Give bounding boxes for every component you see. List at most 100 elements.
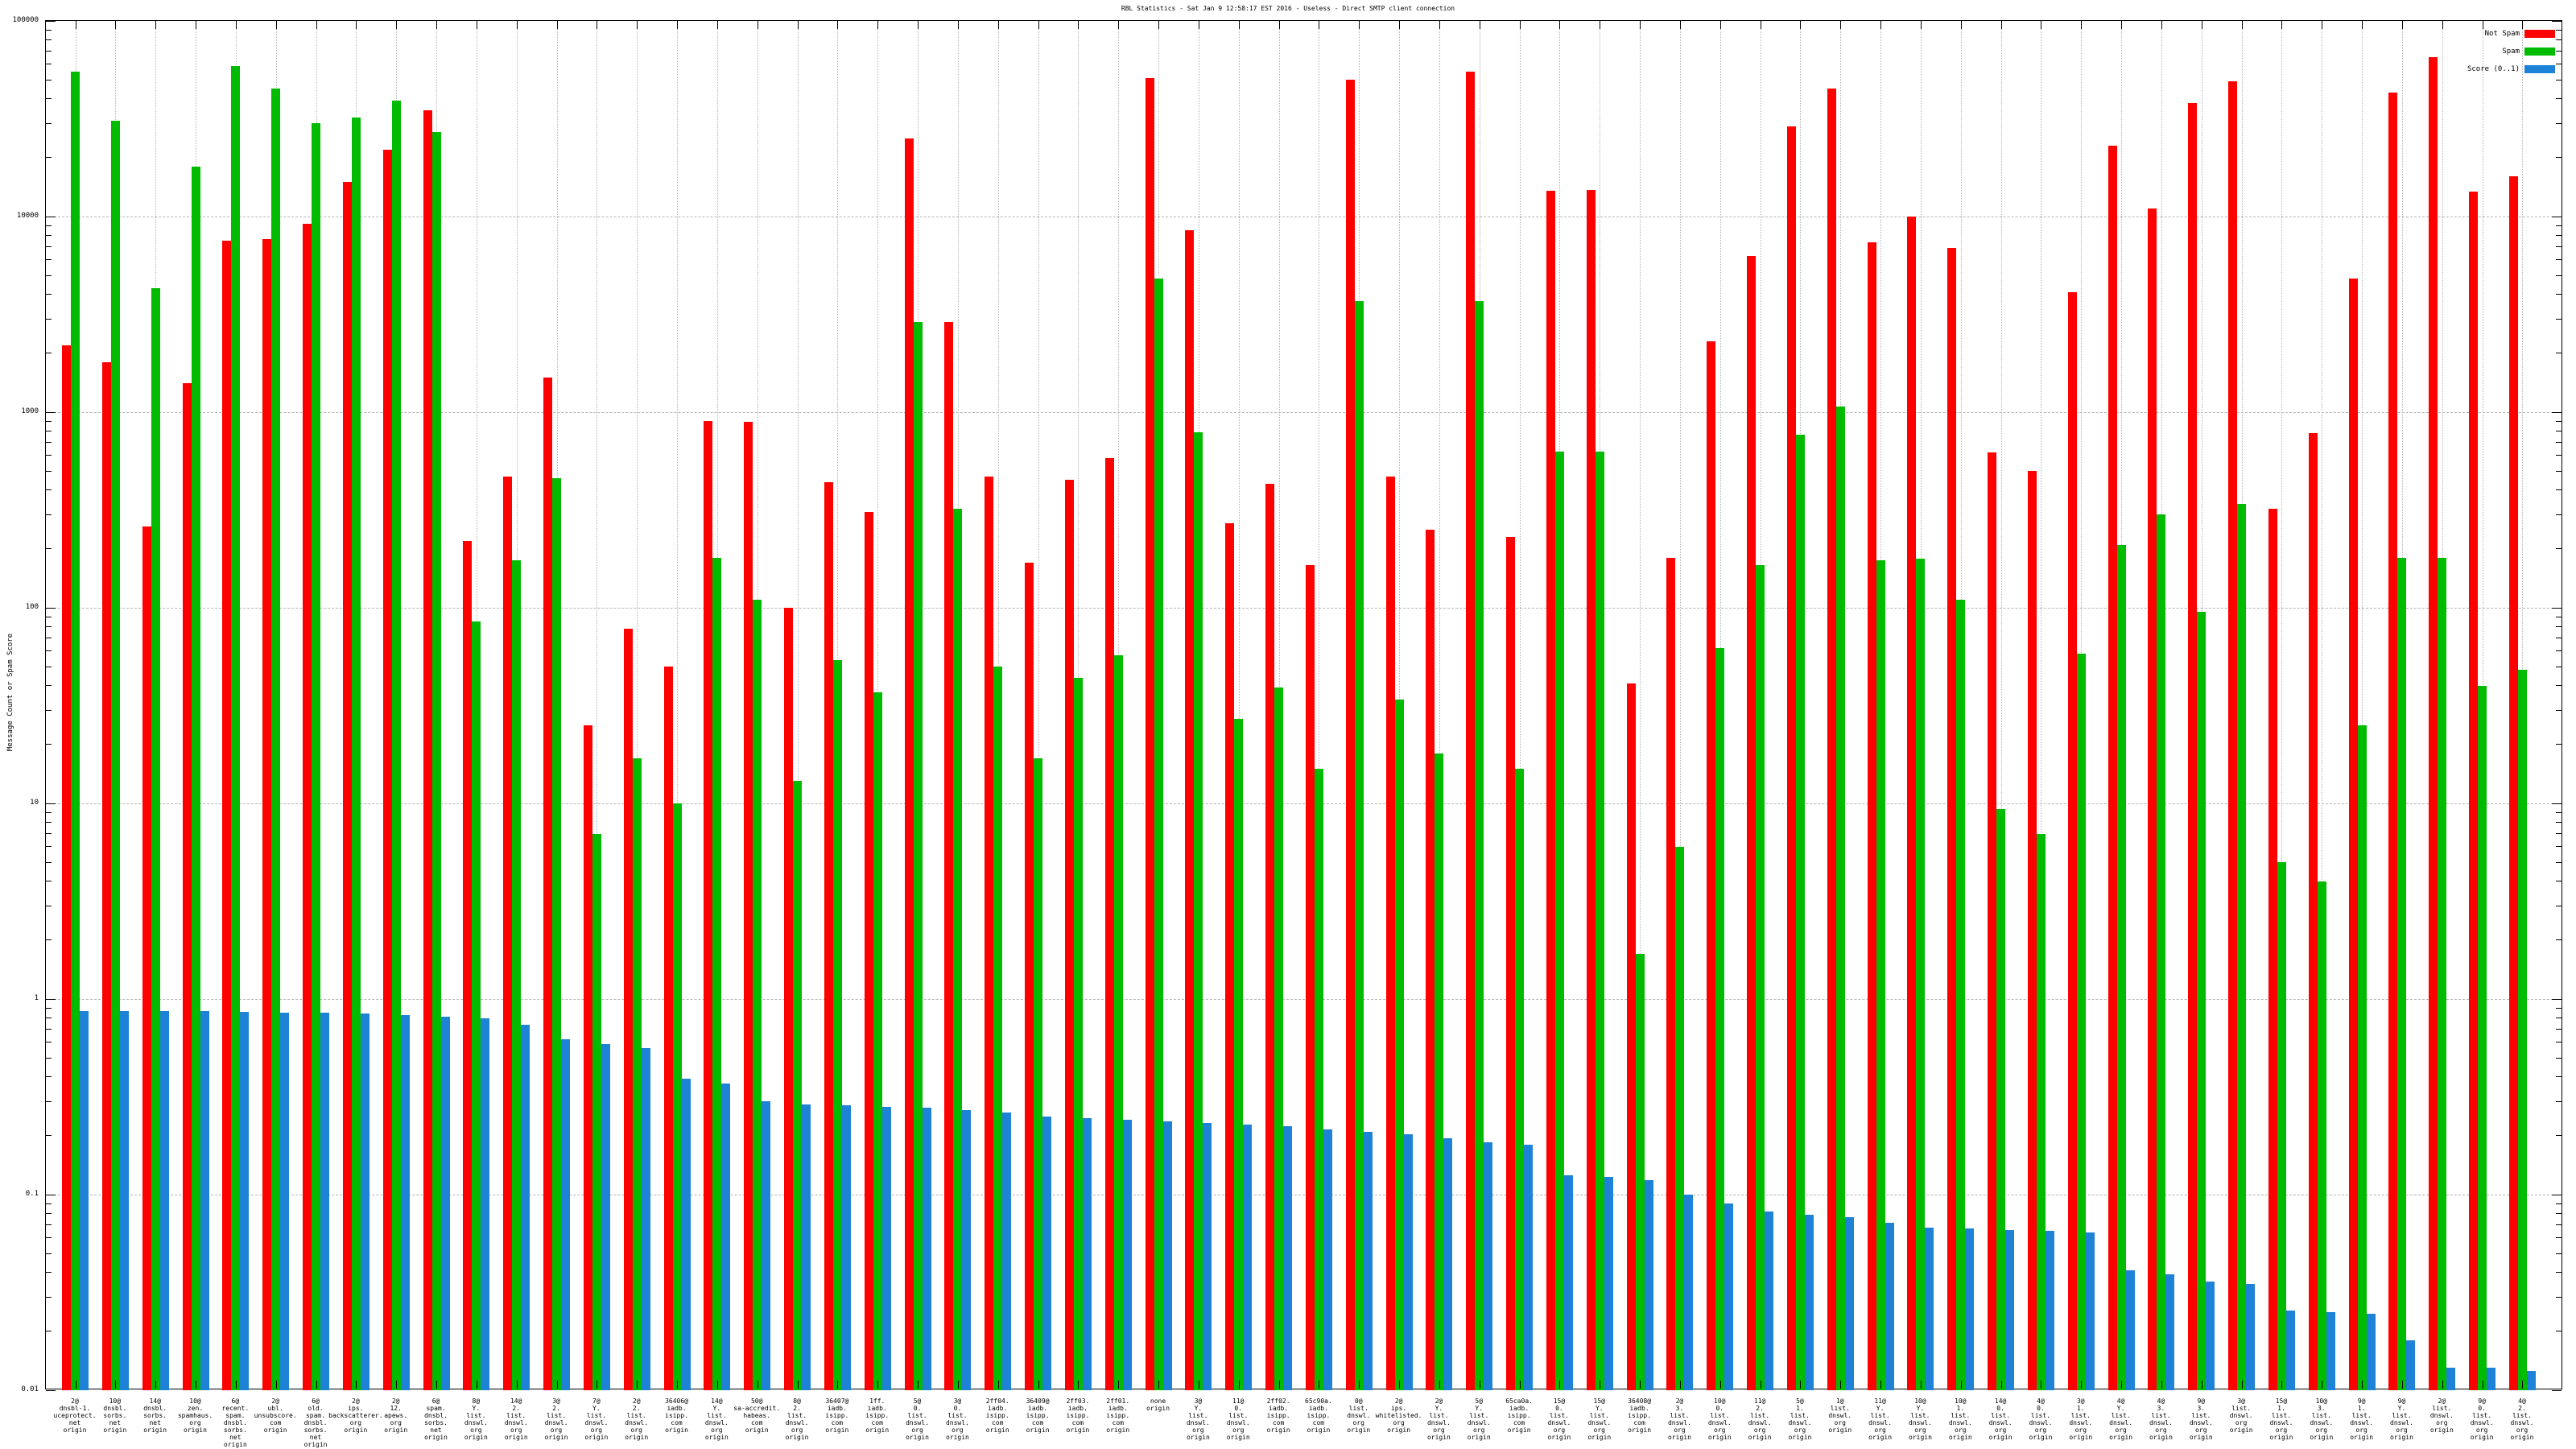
x-category-label-line: 6@: [221, 1397, 249, 1405]
y-minor-tick: [2556, 294, 2562, 295]
bar-spam-7: [312, 123, 320, 1390]
x-category-label-line: iadb.: [1305, 1405, 1332, 1412]
bar-not-spam-2: [102, 362, 111, 1390]
y-minor-tick: [2556, 833, 2562, 834]
x-category-label-line: com: [1628, 1419, 1651, 1426]
y-minor-tick: [2556, 1253, 2562, 1254]
x-tick: [717, 21, 718, 29]
x-tick: [2081, 21, 2082, 29]
x-category-label-line: 15@: [2270, 1397, 2293, 1405]
bar-not-spam-38: [1546, 191, 1555, 1390]
bar-spam-5: [231, 66, 240, 1390]
x-tick: [837, 21, 838, 29]
x-category-label-line: dnsbl.: [103, 1405, 126, 1412]
x-category-label-line: unsubscore.: [254, 1412, 297, 1419]
x-category-label-line: 3.: [2310, 1405, 2333, 1412]
bar-score-0-1-54: [2206, 1282, 2215, 1390]
y-major-tick: [2552, 608, 2562, 609]
x-category-label: 1ff.iadb.isipp.comorigin: [877, 1397, 901, 1434]
x-category-label-line: 1.: [1788, 1405, 1811, 1412]
x-tick: [1800, 1381, 1801, 1389]
x-category-label-line: sorbs.: [424, 1419, 448, 1426]
bar-not-spam-30: [1225, 523, 1234, 1390]
x-tick: [877, 21, 878, 29]
bar-not-spam-12: [503, 477, 512, 1390]
x-category-label: 4@2.list.dnswl.orgorigin: [2522, 1397, 2545, 1441]
bar-score-0-1-56: [2286, 1311, 2295, 1390]
y-minor-tick: [46, 862, 52, 863]
x-tick: [798, 1381, 799, 1389]
bar-not-spam-60: [2429, 57, 2438, 1390]
x-category-label-line: 0.: [1227, 1405, 1250, 1412]
x-category-label-line: org: [2350, 1426, 2373, 1434]
x-category-label-line: origin: [865, 1426, 889, 1434]
x-category-label-line: isipp.: [1267, 1412, 1290, 1419]
x-category-label-line: ips.: [1376, 1405, 1422, 1412]
x-category-label-line: 6@: [424, 1397, 448, 1405]
x-category-label-line: com: [254, 1419, 297, 1426]
x-category-label-line: 2.: [2511, 1405, 2534, 1412]
y-minor-tick: [2556, 1213, 2562, 1214]
y-minor-tick: [46, 822, 52, 823]
bar-not-spam-53: [2148, 208, 2157, 1390]
y-minor-tick: [2556, 710, 2562, 711]
x-category-label-line: origin: [946, 1434, 969, 1441]
bar-spam-42: [1715, 648, 1724, 1390]
x-category-label: 2ff02.iadb.isipp.comorigin: [1278, 1397, 1302, 1434]
bar-not-spam-52: [2108, 146, 2117, 1390]
x-category-label-line: list.: [2471, 1412, 2494, 1419]
x-category-label: 6@spam.dnsbl.sorbs.netorigin: [436, 1397, 460, 1441]
bar-not-spam-22: [905, 138, 914, 1390]
x-category-label-line: Y.: [584, 1405, 608, 1412]
bar-spam-36: [1475, 301, 1484, 1390]
bar-score-0-1-1: [80, 1011, 89, 1390]
y-minor-tick: [2556, 98, 2562, 99]
x-category-label: 2ff01.iadb.isipp.comorigin: [1118, 1397, 1141, 1434]
x-category-label-line: com: [825, 1419, 848, 1426]
bar-not-spam-19: [784, 608, 793, 1390]
x-category-label-line: dnswl.: [2190, 1419, 2213, 1426]
bar-score-0-1-59: [2406, 1340, 2415, 1390]
x-category-label-line: 5@: [1468, 1397, 1491, 1405]
bar-score-0-1-26: [1083, 1118, 1092, 1390]
x-tick: [1279, 1381, 1280, 1389]
y-minor-tick: [2556, 51, 2562, 52]
x-category-label-line: com: [986, 1419, 1009, 1426]
bar-score-0-1-13: [561, 1039, 570, 1390]
x-category-label-line: 36407@: [825, 1397, 848, 1405]
bar-score-0-1-55: [2246, 1284, 2255, 1390]
x-tick: [717, 1381, 718, 1389]
x-category-label-line: spam.: [221, 1412, 249, 1419]
x-category-label: 15@1.list.dnswl.orgorigin: [2281, 1397, 2305, 1441]
bar-not-spam-16: [664, 667, 673, 1390]
x-category-label-line: 9@: [2471, 1397, 2494, 1405]
x-category-label-line: 12.: [384, 1405, 407, 1412]
x-category-label-line: Y.: [1868, 1405, 1892, 1412]
bar-score-0-1-22: [923, 1108, 931, 1390]
x-tick: [276, 1381, 277, 1389]
x-category-label-line: 1.: [1949, 1405, 1972, 1412]
bar-not-spam-59: [2388, 93, 2397, 1390]
x-category-label-line: 3.: [2190, 1405, 2213, 1412]
y-minor-tick: [2556, 514, 2562, 515]
bar-score-0-1-34: [1404, 1134, 1413, 1390]
y-minor-tick: [2556, 246, 2562, 247]
bar-spam-33: [1355, 301, 1364, 1390]
x-tick: [877, 1381, 878, 1389]
bar-spam-12: [512, 560, 521, 1390]
bar-score-0-1-18: [762, 1101, 770, 1390]
x-category-label-line: origin: [304, 1441, 328, 1448]
bar-score-0-1-20: [842, 1105, 851, 1390]
y-minor-tick: [46, 744, 52, 745]
x-category-label-line: dnswl.: [2270, 1419, 2293, 1426]
y-minor-tick: [2556, 1058, 2562, 1059]
x-tick: [115, 1381, 116, 1389]
x-category-label-line: org: [1468, 1426, 1491, 1434]
x-category-label: 2@3.list.dnswl.orgorigin: [1679, 1397, 1703, 1441]
x-tick: [155, 1381, 156, 1389]
bar-not-spam-13: [543, 378, 552, 1390]
x-category-label-line: com: [733, 1419, 780, 1426]
x-category-label-line: dnswl.: [1468, 1419, 1491, 1426]
x-category-label-line: list.: [705, 1412, 729, 1419]
x-category-label-line: origin: [1106, 1426, 1129, 1434]
